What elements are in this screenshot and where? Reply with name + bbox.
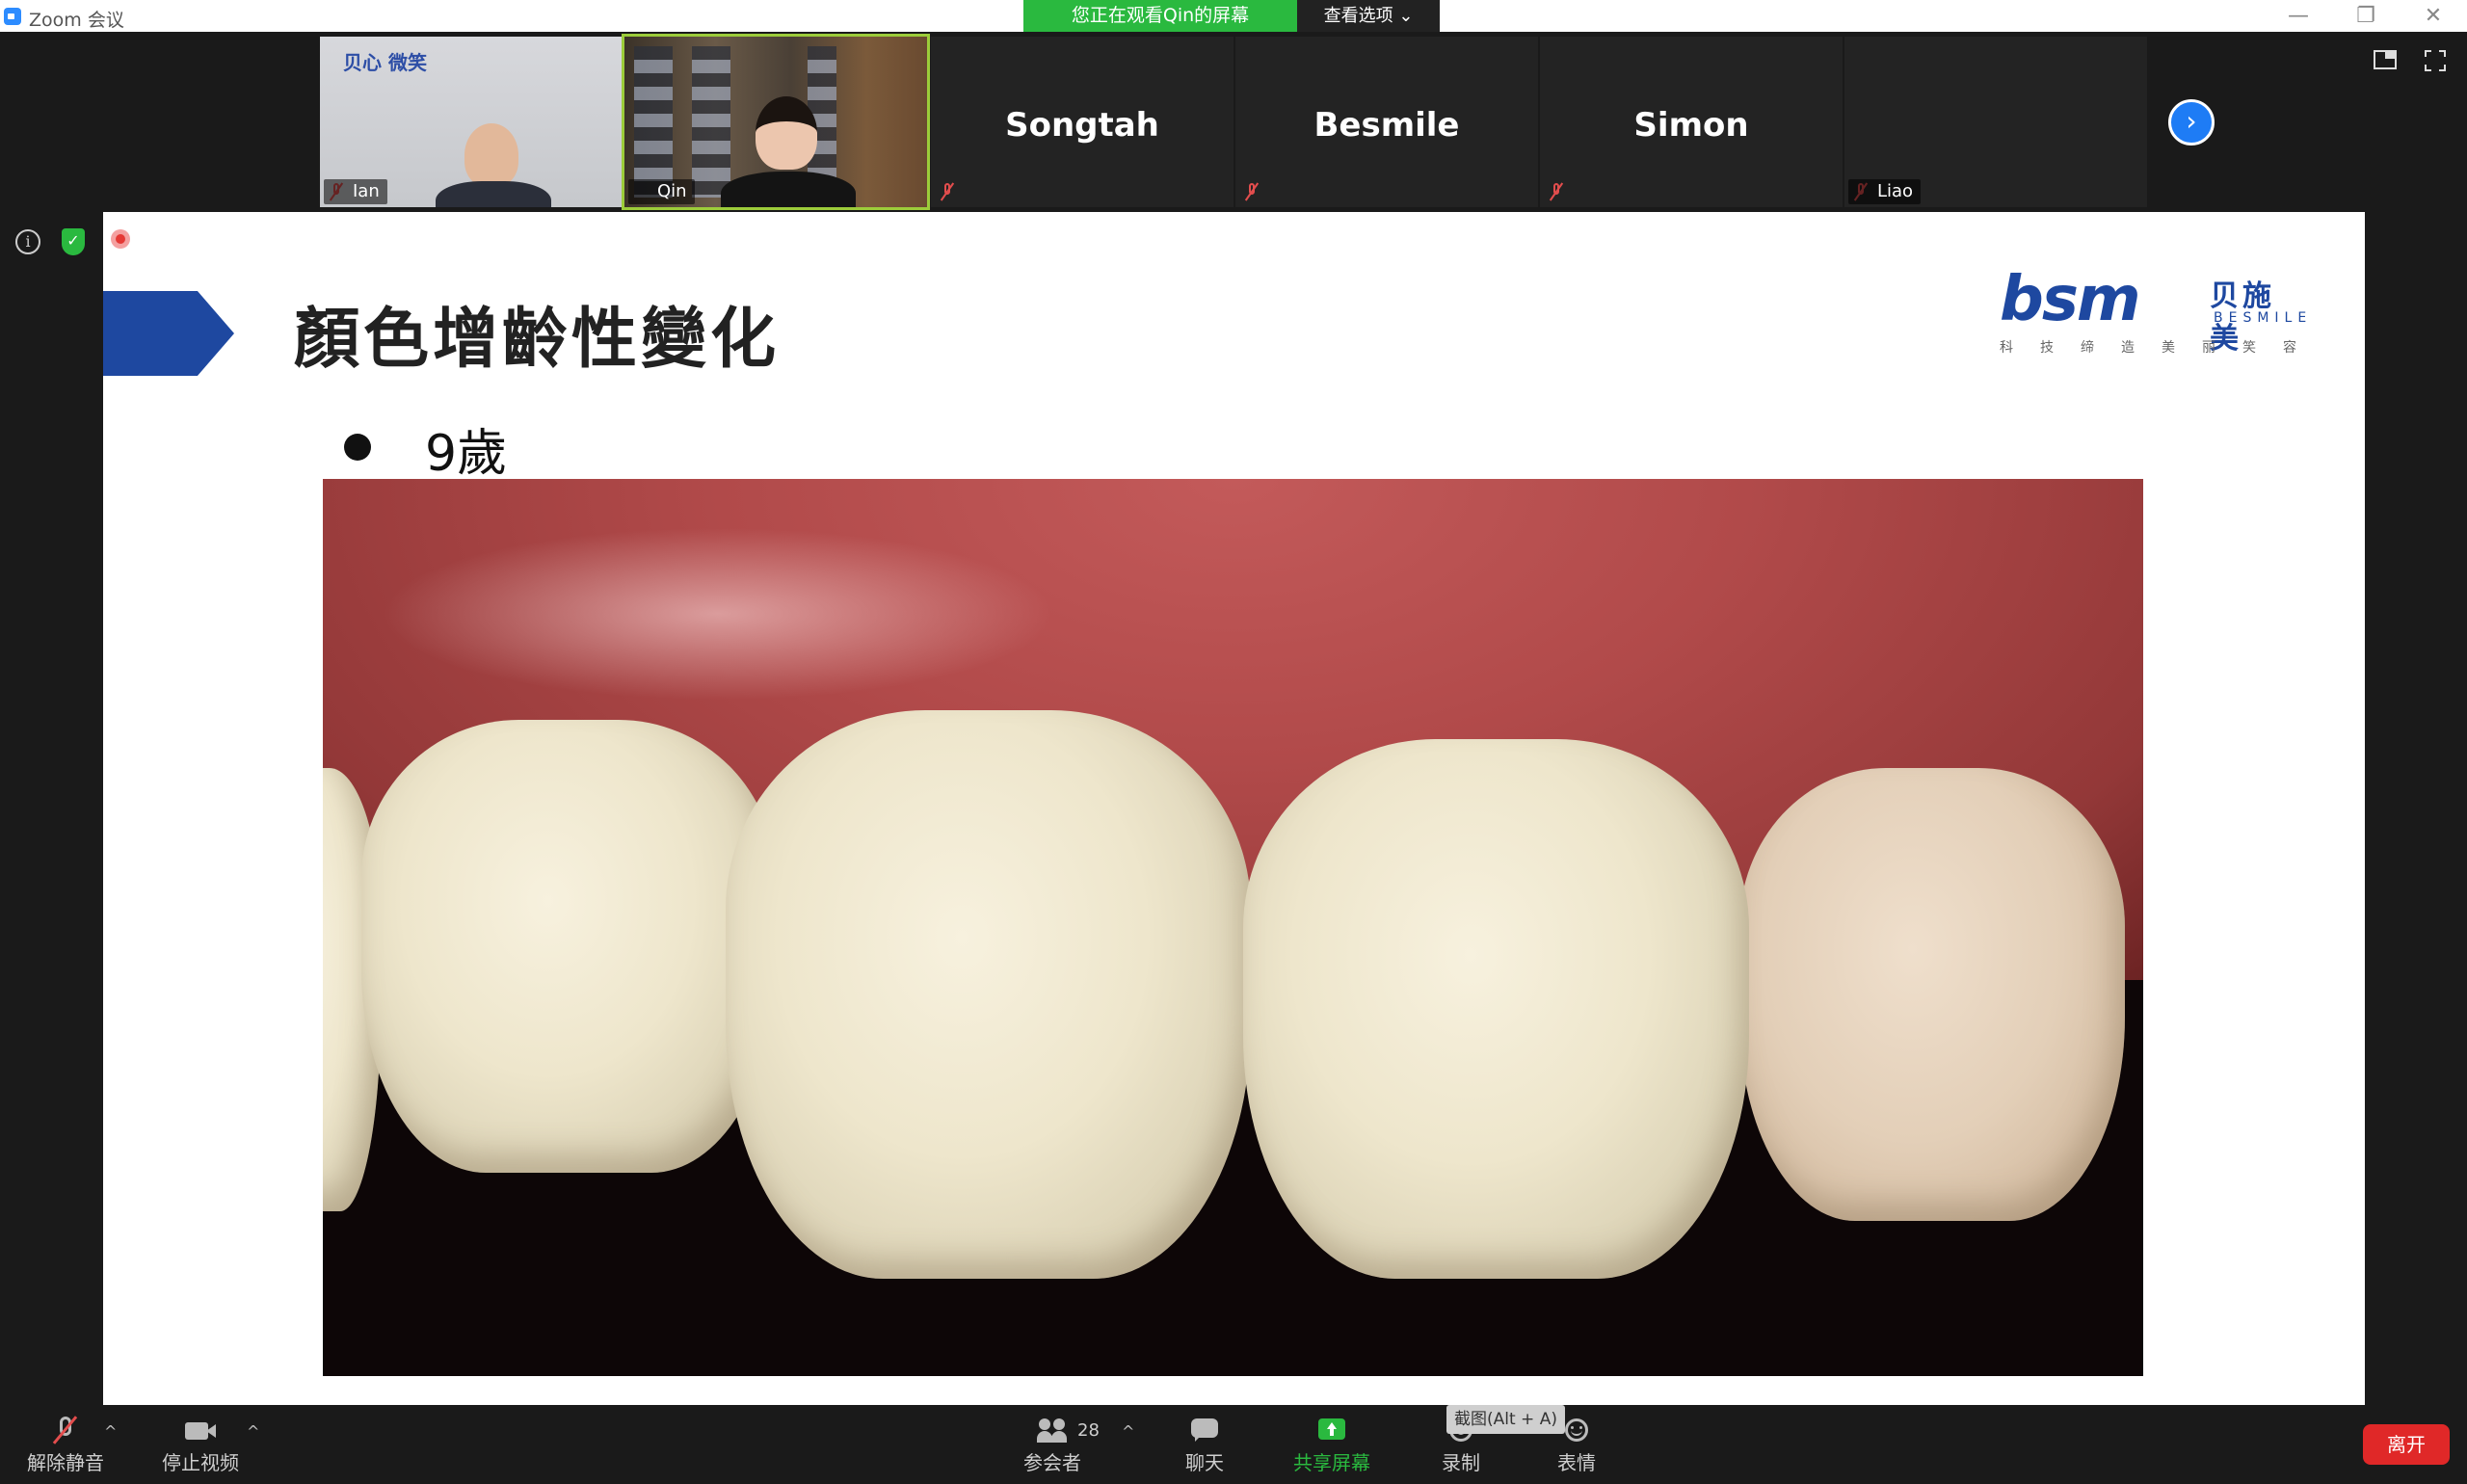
participant-name: Songtah <box>1005 106 1159 145</box>
participant-tile-ian[interactable]: 贝心 微笑 Ian <box>320 37 623 207</box>
participant-name: Simon <box>1633 106 1749 145</box>
brand-tagline: 科技缔造美丽笑容 <box>2000 340 2323 356</box>
participant-body <box>721 172 856 207</box>
shared-screen: 顏色增齡性變化 bsm 贝施美 BESMILE 科技缔造美丽笑容 9歲 <box>103 212 2365 1405</box>
recording-indicator-icon <box>111 229 130 249</box>
participant-tile-besmile[interactable]: Besmile <box>1235 37 1538 207</box>
viewing-screen-banner: 您正在观看Qin的屏幕 <box>1023 0 1297 32</box>
participants-icon <box>1037 1415 1068 1445</box>
participant-name: Besmile <box>1313 106 1460 145</box>
chat-button[interactable]: 聊天 <box>1147 1415 1262 1484</box>
chat-label: 聊天 <box>1185 1451 1224 1474</box>
participant-count: 28 <box>1077 1420 1100 1441</box>
title-bar: Zoom 会议 您正在观看Qin的屏幕 查看选项 ⌄ — ❐ ✕ <box>0 0 2467 32</box>
bullet-dot <box>344 434 371 461</box>
tooth-lateral-right <box>1739 768 2125 1221</box>
reactions-label: 表情 <box>1557 1451 1596 1474</box>
tooth-central-right <box>1243 739 1749 1279</box>
title-arrow-decoration <box>103 291 234 376</box>
meeting-info-icon[interactable]: i <box>15 229 40 254</box>
slide-title: 顏色增齡性變化 <box>294 302 781 378</box>
chat-bubble-icon <box>1189 1415 1220 1445</box>
participant-body <box>436 181 551 207</box>
participant-face <box>756 96 817 170</box>
bookshelf <box>634 46 673 198</box>
minimize-button[interactable]: — <box>2265 0 2332 32</box>
layout-toggle-icon[interactable] <box>2374 50 2397 69</box>
participant-tile-qin[interactable]: Qin <box>622 34 930 210</box>
share-screen-label: 共享屏幕 <box>1293 1451 1370 1474</box>
participant-name: Liao <box>1848 179 1922 204</box>
participant-face <box>464 123 518 187</box>
participants-options-caret[interactable]: ^ <box>1122 1422 1134 1441</box>
mic-muted-icon <box>1548 182 1565 201</box>
mic-muted-icon <box>939 182 956 201</box>
participants-label: 参会者 <box>1023 1451 1081 1474</box>
zoom-window: Zoom 会议 您正在观看Qin的屏幕 查看选项 ⌄ — ❐ ✕ 贝心 微笑 I… <box>0 0 2467 1484</box>
wall-logo: 贝心 微笑 <box>343 51 427 74</box>
bookshelf <box>692 46 730 198</box>
share-screen-button[interactable]: 共享屏幕 <box>1274 1415 1390 1484</box>
close-button[interactable]: ✕ <box>2400 0 2467 32</box>
next-page-button[interactable]: › <box>2168 99 2215 146</box>
record-label: 录制 <box>1442 1451 1480 1474</box>
security-shield-icon[interactable]: ✓ <box>62 228 85 255</box>
tooth-lateral-left <box>361 720 776 1173</box>
video-options-caret[interactable]: ^ <box>247 1422 259 1441</box>
participant-name: Qin <box>628 179 695 204</box>
restore-button[interactable]: ❐ <box>2332 0 2400 32</box>
brand-english: BESMILE <box>2214 310 2313 326</box>
mic-muted-icon <box>50 1415 81 1445</box>
view-options-button[interactable]: 查看选项 ⌄ <box>1297 0 1440 32</box>
stop-video-button[interactable]: 停止视频 <box>143 1415 258 1484</box>
window-controls: — ❐ ✕ <box>2265 0 2467 32</box>
brand-logo: bsm 贝施美 BESMILE 科技缔造美丽笑容 <box>2000 264 2306 364</box>
screenshot-tooltip: 截图(Alt + A) <box>1446 1405 1565 1434</box>
participant-tile-songtah[interactable]: Songtah <box>931 37 1234 207</box>
bullet-text: 9歲 <box>425 425 508 483</box>
fullscreen-icon[interactable] <box>2425 50 2446 71</box>
leave-meeting-button[interactable]: 离开 <box>2363 1424 2450 1465</box>
window-title: Zoom 会议 <box>29 10 124 31</box>
teeth-photo <box>323 479 2143 1376</box>
participant-tile-simon[interactable]: Simon <box>1540 37 1843 207</box>
share-screen-icon <box>1316 1415 1347 1445</box>
gum-highlight <box>381 527 1055 701</box>
tooth-central-left <box>726 710 1251 1279</box>
video-camera-icon <box>185 1415 216 1445</box>
unmute-label: 解除静音 <box>27 1451 104 1474</box>
audio-options-caret[interactable]: ^ <box>104 1422 117 1441</box>
participant-name: Ian <box>324 179 387 204</box>
brand-mark: bsm <box>2000 264 2141 335</box>
mic-muted-icon <box>1243 182 1260 201</box>
zoom-logo-icon <box>4 8 21 25</box>
smiley-icon <box>1561 1415 1592 1445</box>
stop-video-label: 停止视频 <box>162 1451 239 1474</box>
participant-tile-liao[interactable]: Liao <box>1844 37 2147 207</box>
